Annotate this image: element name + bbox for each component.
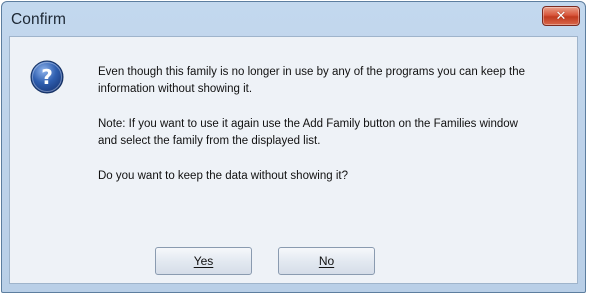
close-button[interactable]: ✕ <box>542 6 580 26</box>
dialog-body: ? Even though this family is no longer i… <box>9 36 578 284</box>
window-title: Confirm <box>11 11 66 28</box>
message-text: Even though this family is no longer in … <box>98 64 538 203</box>
no-button[interactable]: No <box>278 247 375 275</box>
confirm-dialog: Confirm ✕ ? Even though this family is n… <box>1 1 586 293</box>
button-row: Yes No <box>10 247 577 277</box>
message-paragraph: Do you want to keep the data without sho… <box>98 170 348 182</box>
title-bar[interactable]: Confirm ✕ <box>2 2 585 36</box>
svg-text:?: ? <box>41 65 53 89</box>
question-icon: ? <box>30 60 64 94</box>
message-paragraph: Note: If you want to use it again use th… <box>98 118 518 147</box>
no-button-label: No <box>318 254 335 268</box>
message-paragraph: Even though this family is no longer in … <box>98 66 526 95</box>
yes-button[interactable]: Yes <box>155 247 252 275</box>
close-icon: ✕ <box>555 8 567 24</box>
yes-button-label: Yes <box>193 254 214 268</box>
